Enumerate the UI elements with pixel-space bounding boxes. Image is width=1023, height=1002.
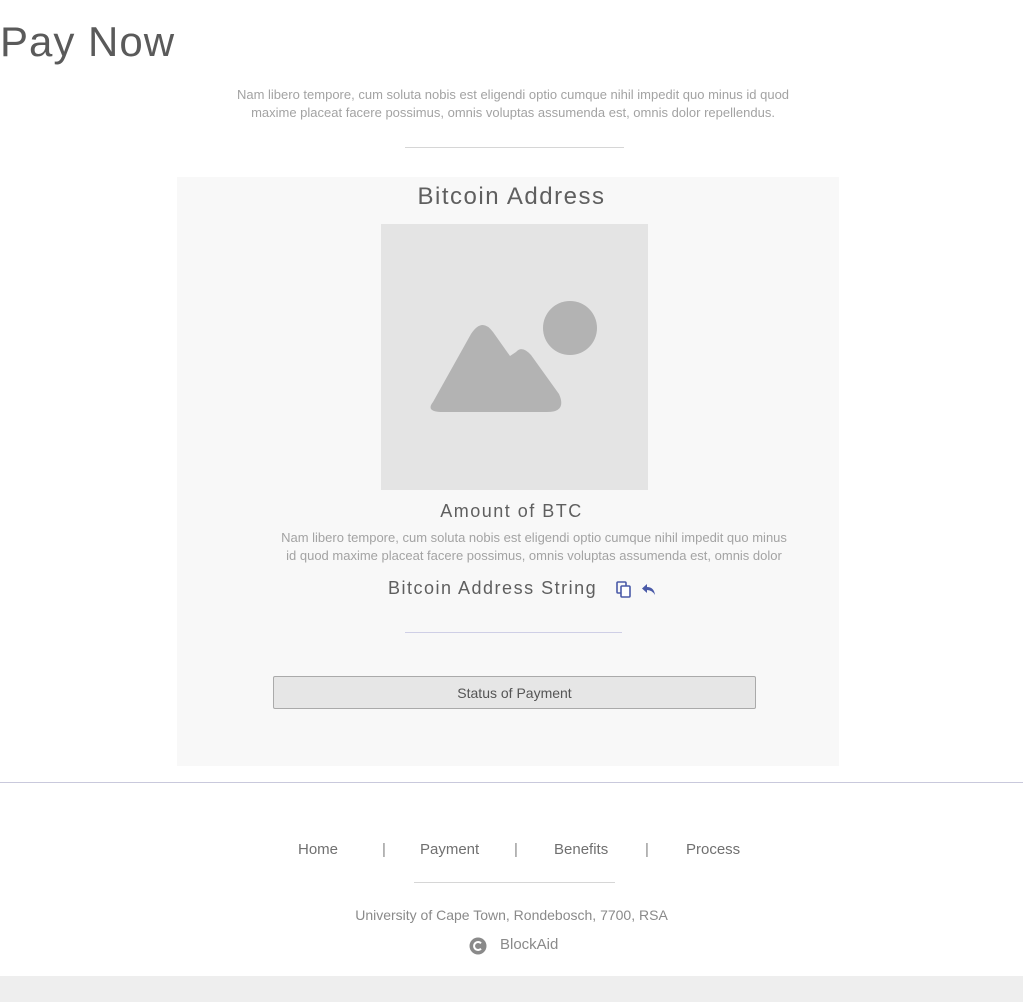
reply-icon[interactable] [642, 583, 656, 596]
nav-separator: | [382, 841, 386, 858]
footer-top-rule [0, 782, 1023, 783]
footer-brand: BlockAid [0, 934, 1023, 956]
panel-divider [405, 632, 622, 633]
copyright-icon [469, 937, 487, 955]
address-row: Bitcoin Address String [0, 575, 1023, 603]
footer-nav-payment[interactable]: Payment [420, 838, 479, 862]
intro-text: Nam libero tempore, cum soluta nobis est… [236, 87, 790, 120]
footer-address: University of Cape Town, Rondebosch, 770… [355, 907, 668, 923]
amount-description: Nam libero tempore, cum soluta nobis est… [281, 530, 787, 563]
copy-icon[interactable] [616, 581, 632, 599]
bottom-band [0, 976, 1023, 1002]
header-divider [405, 147, 624, 148]
image-placeholder-icon [430, 301, 597, 412]
page-title: Pay Now [0, 18, 176, 65]
nav-separator: | [645, 841, 649, 858]
footer-nav-home[interactable]: Home [298, 838, 338, 862]
nav-separator: | [514, 841, 518, 858]
brand-name: BlockAid [500, 936, 559, 953]
panel-title: Bitcoin Address [417, 183, 606, 210]
footer-divider [414, 882, 615, 883]
qr-code-image [381, 224, 648, 490]
amount-label: Amount of BTC [440, 501, 583, 521]
footer-nav-process[interactable]: Process [686, 838, 740, 862]
bitcoin-address-string[interactable]: Bitcoin Address String [388, 575, 597, 601]
footer-nav: Home | Payment | Benefits | Process [0, 838, 1023, 862]
status-of-payment-button[interactable]: Status of Payment [273, 676, 756, 709]
footer-nav-benefits[interactable]: Benefits [554, 838, 608, 862]
